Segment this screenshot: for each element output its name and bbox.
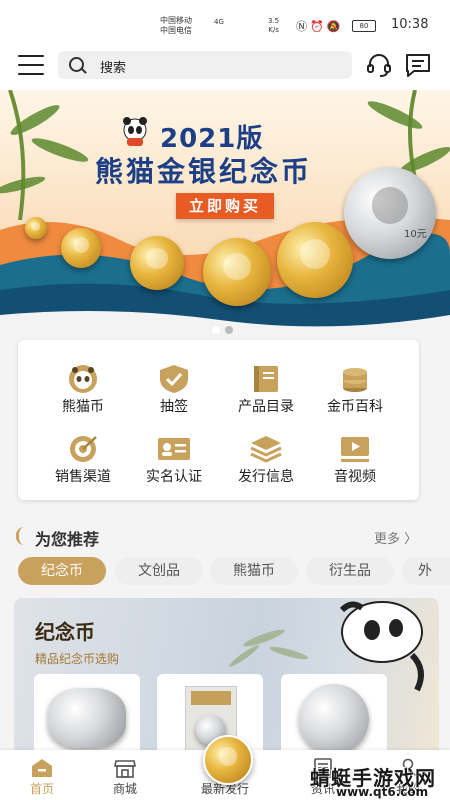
promo-banner[interactable]: 2021版 熊猫金银纪念币 立即购买 10元 [0,90,450,335]
product-coin-image [299,684,369,754]
grid-label: 金币百科 [327,399,383,415]
tab-derivatives[interactable]: 衍生品 [306,557,394,585]
carrier-1: 中国移动 [160,16,192,25]
commem-title: 纪念币 [35,620,95,644]
product-coin-image [48,688,126,748]
site-watermark: 蜻蜓手游戏网 www.qt6.com [308,762,450,800]
recommend-header: 为您推荐 更多 〉 [0,518,450,554]
tab-panda-coin[interactable]: 熊猫币 [210,557,298,585]
battery-icon: 80 [352,20,376,32]
layers-icon [250,436,282,463]
mute-icon: 🔕 [326,20,344,33]
commemorative-coin-card[interactable]: 纪念币 精品纪念币选购 [14,598,439,758]
status-time: 10:38 [391,17,429,32]
product-card-1[interactable] [34,674,140,758]
message-icon[interactable] [405,52,431,78]
carousel-dot-1[interactable] [212,326,220,334]
headset-icon[interactable] [366,52,392,78]
grid-label: 产品目录 [238,399,294,415]
grid-label: 销售渠道 [55,469,111,485]
panda-icon [69,365,97,393]
search-icon [69,57,84,72]
gold-coin-5 [277,222,353,298]
product-card-3[interactable] [281,674,387,758]
tab-more-partial[interactable]: 外 [402,557,450,585]
nav-label: 商城 [112,782,137,796]
carousel-dot-2[interactable] [225,326,233,334]
grid-label: 实名认证 [146,469,202,485]
gold-coin-4 [203,238,271,306]
speed-value: 3.5 [268,17,280,25]
search-input[interactable]: 搜索 [58,51,352,79]
grid-item-encyclopedia[interactable]: 金币百科 [305,352,405,418]
tab-commemorative-coin[interactable]: 纪念币 [18,557,106,585]
grid-label: 发行信息 [238,469,294,485]
shield-check-icon [160,365,188,393]
recommend-title: 为您推荐 [35,530,100,549]
grid-item-sales-channel[interactable]: 销售渠道 [33,422,133,488]
status-bar: 中国移动 中国电信 4G 3.5 K/s Ⓝ⏰🔕 80 10:38 [0,0,450,42]
grid-label: 熊猫币 [62,399,104,415]
more-link[interactable]: 更多 〉 [374,528,417,547]
hamburger-icon[interactable] [18,53,44,77]
search-placeholder: 搜索 [100,61,127,76]
carrier-2: 中国电信 [160,26,192,35]
store-icon [114,760,136,778]
nav-home[interactable]: 首页 [2,750,82,800]
section-accent [16,527,26,545]
video-icon [341,437,369,462]
feature-grid: 熊猫币 抽签 产品目录 金币百科 销售渠道 实名认证 发行信息 音视频 [18,340,419,500]
home-icon [32,759,52,777]
target-icon [70,436,97,462]
grid-label: 抽签 [160,399,188,415]
nav-label: 首页 [29,782,54,796]
alarm-icon: ⏰ [310,20,327,33]
grid-item-media[interactable]: 音视频 [305,422,405,488]
network-type: 4G [214,18,224,26]
watermark-url: www.qt6.com [336,785,429,799]
network-speed: 3.5 K/s [268,17,279,35]
top-bar: 搜索 [0,42,450,90]
coin-stack-icon [343,368,367,392]
grid-item-panda-coin[interactable]: 熊猫币 [33,352,133,418]
grid-item-lottery[interactable]: 抽签 [124,352,224,418]
status-icons: Ⓝ⏰🔕 [296,18,343,34]
carrier-info: 中国移动 中国电信 [160,16,192,36]
id-card-icon [158,438,190,460]
gold-coin-2 [61,228,101,268]
silver-coin: 10元 [344,167,436,259]
grid-label: 音视频 [334,469,376,485]
tab-cultural-products[interactable]: 文创品 [115,557,203,585]
gold-coin-1 [25,217,47,239]
carousel-indicator [212,319,238,335]
speed-unit: K/s [268,26,279,34]
grid-item-release-info[interactable]: 发行信息 [216,422,316,488]
silver-coin-label: 10元 [404,229,427,240]
book-icon [254,366,278,392]
gold-coin-3 [130,236,184,290]
banner-main-title: 熊猫金银纪念币 [95,155,313,188]
grid-item-verification[interactable]: 实名认证 [124,422,224,488]
commem-subtitle: 精品纪念币选购 [35,652,120,666]
buy-now-button[interactable]: 立即购买 [176,193,274,219]
nav-store[interactable]: 商城 [85,750,165,800]
coin-icon[interactable] [203,735,253,785]
grid-item-catalog[interactable]: 产品目录 [216,352,316,418]
category-tabs: 纪念币 文创品 熊猫币 衍生品 外 [18,557,450,585]
nfc-icon: Ⓝ [296,20,310,33]
